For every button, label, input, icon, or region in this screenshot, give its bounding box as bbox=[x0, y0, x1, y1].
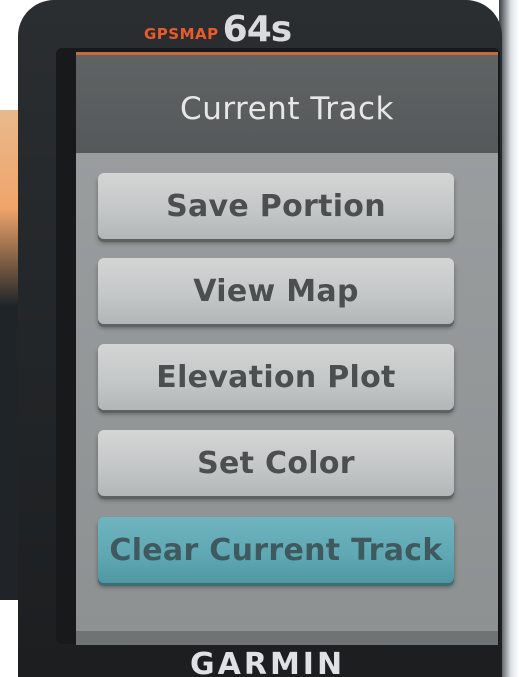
clear-current-track-button[interactable]: Clear Current Track bbox=[98, 517, 454, 583]
title-bar: Current Track bbox=[76, 55, 498, 153]
model-line-text: GPSMAP bbox=[144, 25, 219, 43]
model-number-text: 64s bbox=[222, 9, 293, 50]
menu-item-label: Save Portion bbox=[166, 188, 386, 224]
save-portion-button[interactable]: Save Portion bbox=[98, 173, 454, 239]
track-menu: Save Portion View Map Elevation Plot Set… bbox=[76, 153, 498, 633]
menu-item-label: Set Color bbox=[197, 445, 355, 481]
model-label: GPSMAP 64s bbox=[144, 9, 293, 50]
set-color-button[interactable]: Set Color bbox=[98, 430, 454, 496]
device-screen: Current Track Save Portion View Map Elev… bbox=[76, 52, 498, 645]
background-left bbox=[0, 110, 18, 600]
screen-title: Current Track bbox=[180, 91, 394, 127]
menu-item-label: Elevation Plot bbox=[156, 359, 396, 395]
view-map-button[interactable]: View Map bbox=[98, 258, 454, 324]
background-right bbox=[499, 0, 519, 677]
menu-item-label: Clear Current Track bbox=[109, 532, 443, 568]
menu-item-label: View Map bbox=[193, 273, 359, 309]
photo-stage: GPSMAP 64s Current Track Save Portion Vi… bbox=[0, 0, 519, 677]
garmin-logo: GARMIN bbox=[190, 647, 346, 677]
elevation-plot-button[interactable]: Elevation Plot bbox=[98, 344, 454, 410]
screen-bottom-edge bbox=[76, 631, 498, 645]
